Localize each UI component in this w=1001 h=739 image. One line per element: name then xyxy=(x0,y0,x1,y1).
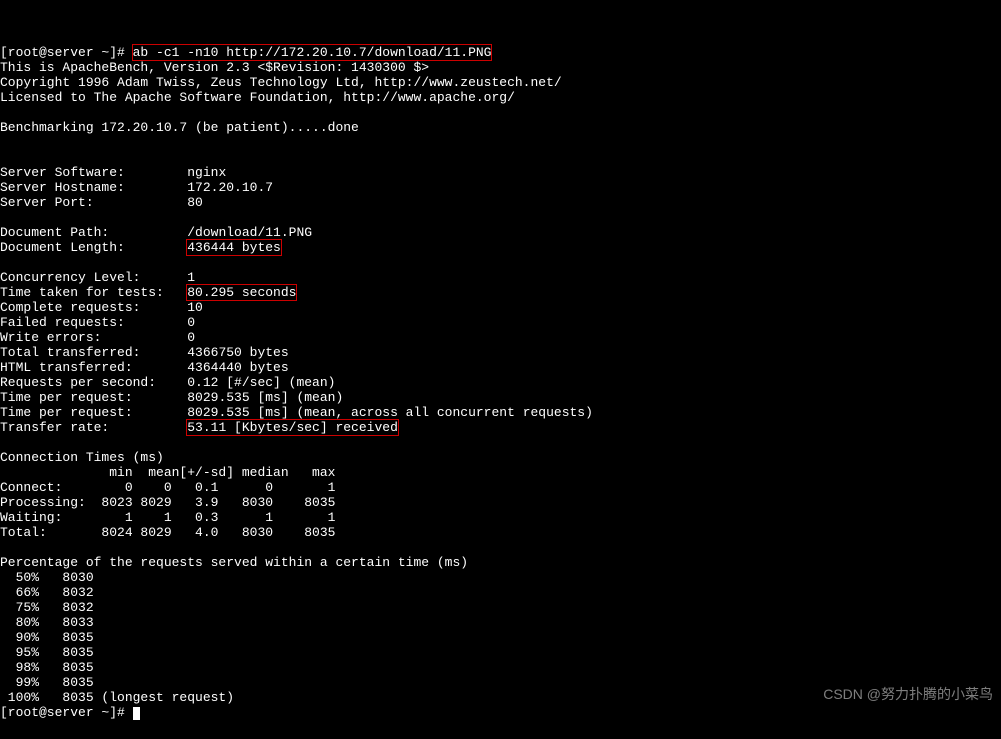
percentage-row-7: 99% 8035 xyxy=(0,675,94,690)
connection-times-title: Connection Times (ms) xyxy=(0,450,164,465)
connection-row-0: Connect: 0 0 0.1 0 1 xyxy=(0,480,335,495)
complete-requests-value: 10 xyxy=(187,300,203,315)
command-highlight: ab -c1 -n10 http://172.20.10.7/download/… xyxy=(132,44,493,61)
document-length-highlight: 436444 bytes xyxy=(186,239,282,256)
connection-times-header: min mean[+/-sd] median max xyxy=(0,465,335,480)
server-hostname-value: 172.20.10.7 xyxy=(187,180,273,195)
benchmarking-line: Benchmarking 172.20.10.7 (be patient)...… xyxy=(0,120,359,135)
percentage-row-1: 66% 8032 xyxy=(0,585,94,600)
header-line-0: This is ApacheBench, Version 2.3 <$Revis… xyxy=(0,60,429,75)
percentage-row-4: 90% 8035 xyxy=(0,630,94,645)
header-line-2: Licensed to The Apache Software Foundati… xyxy=(0,90,515,105)
requests-per-second-value: 0.12 [#/sec] (mean) xyxy=(187,375,335,390)
document-path-value: /download/11.PNG xyxy=(187,225,312,240)
percentage-title: Percentage of the requests served within… xyxy=(0,555,468,570)
concurrency-level-key: Concurrency Level: xyxy=(0,270,187,285)
requests-per-second-key: Requests per second: xyxy=(0,375,187,390)
server-port-key: Server Port: xyxy=(0,195,187,210)
html-transferred-key: HTML transferred: xyxy=(0,360,187,375)
percentage-row-8: 100% 8035 (longest request) xyxy=(0,690,234,705)
time-taken-key: Time taken for tests: xyxy=(0,285,187,300)
cursor-icon xyxy=(133,707,140,720)
connection-row-1: Processing: 8023 8029 3.9 8030 8035 xyxy=(0,495,335,510)
percentage-row-2: 75% 8032 xyxy=(0,600,94,615)
percentage-row-5: 95% 8035 xyxy=(0,645,94,660)
command-text: ab -c1 -n10 http://172.20.10.7/download/… xyxy=(133,45,492,60)
time-per-request-value: 8029.535 [ms] (mean) xyxy=(187,390,343,405)
complete-requests-key: Complete requests: xyxy=(0,300,187,315)
transfer-rate-highlight: 53.11 [Kbytes/sec] received xyxy=(186,419,399,436)
transfer-rate-value: 53.11 [Kbytes/sec] received xyxy=(187,420,398,435)
time-taken-value: 80.295 seconds xyxy=(187,285,296,300)
transfer-rate-key: Transfer rate: xyxy=(0,420,187,435)
document-length-value: 436444 bytes xyxy=(187,240,281,255)
total-transferred-value: 4366750 bytes xyxy=(187,345,288,360)
time-per-request-key: Time per request: xyxy=(0,390,187,405)
failed-requests-key: Failed requests: xyxy=(0,315,187,330)
time-taken-highlight: 80.295 seconds xyxy=(186,284,297,301)
time-per-request-all-value: 8029.535 [ms] (mean, across all concurre… xyxy=(187,405,593,420)
shell-prompt-2[interactable]: [root@server ~]# xyxy=(0,705,133,720)
failed-requests-value: 0 xyxy=(187,315,195,330)
connection-row-3: Total: 8024 8029 4.0 8030 8035 xyxy=(0,525,335,540)
write-errors-key: Write errors: xyxy=(0,330,187,345)
server-software-key: Server Software: xyxy=(0,165,187,180)
percentage-row-3: 80% 8033 xyxy=(0,615,94,630)
document-path-key: Document Path: xyxy=(0,225,187,240)
connection-row-2: Waiting: 1 1 0.3 1 1 xyxy=(0,510,335,525)
shell-prompt[interactable]: [root@server ~]# xyxy=(0,45,133,60)
total-transferred-key: Total transferred: xyxy=(0,345,187,360)
server-hostname-key: Server Hostname: xyxy=(0,180,187,195)
time-per-request-all-key: Time per request: xyxy=(0,405,187,420)
html-transferred-value: 4364440 bytes xyxy=(187,360,288,375)
server-software-value: nginx xyxy=(187,165,226,180)
server-port-value: 80 xyxy=(187,195,203,210)
document-length-key: Document Length: xyxy=(0,240,187,255)
watermark-text: CSDN @努力扑腾的小菜鸟 xyxy=(823,687,993,702)
concurrency-level-value: 1 xyxy=(187,270,195,285)
header-line-1: Copyright 1996 Adam Twiss, Zeus Technolo… xyxy=(0,75,562,90)
percentage-row-6: 98% 8035 xyxy=(0,660,94,675)
percentage-row-0: 50% 8030 xyxy=(0,570,94,585)
write-errors-value: 0 xyxy=(187,330,195,345)
